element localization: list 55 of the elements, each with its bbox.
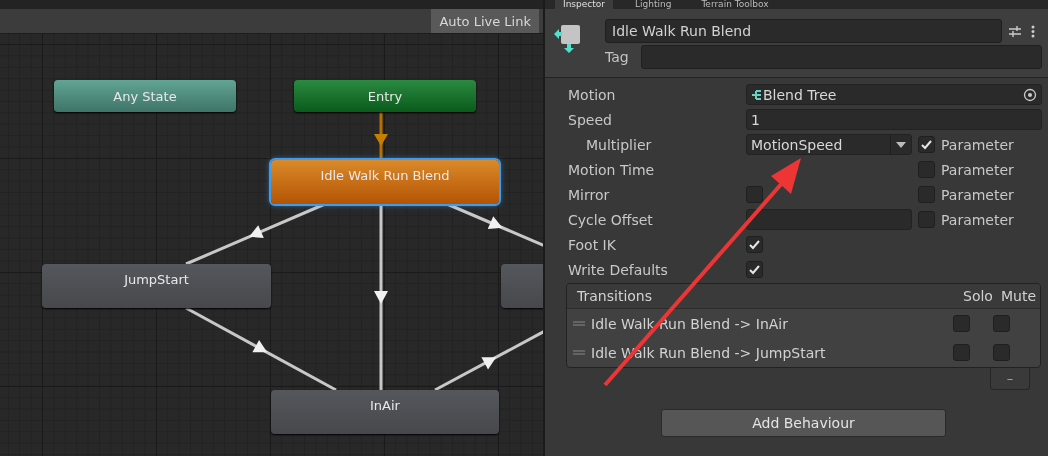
- property-label: Write Defaults: [568, 261, 669, 278]
- panel-tab[interactable]: Inspector: [555, 0, 613, 9]
- mute-checkbox[interactable]: [993, 315, 1010, 332]
- sliders-icon[interactable]: [1009, 25, 1021, 37]
- graph-canvas[interactable]: Any State Entry Idle Walk Run Blend JumpStart InAir: [0, 34, 543, 456]
- checkbox[interactable]: [918, 186, 935, 203]
- checkbox-label: Parameter: [941, 161, 1014, 178]
- solo-checkbox[interactable]: [953, 344, 970, 361]
- motion-field[interactable]: Blend Tree: [746, 84, 1042, 105]
- auto-live-link-button[interactable]: Auto Live Link: [431, 9, 539, 33]
- more-icon[interactable]: [1031, 24, 1035, 38]
- state-node[interactable]: [501, 264, 543, 308]
- number-field[interactable]: [746, 209, 912, 230]
- transition-arrow[interactable]: [434, 329, 543, 392]
- property-label: Motion Time: [568, 161, 656, 178]
- property-label: Motion: [568, 86, 617, 103]
- property-label: Mirror: [568, 186, 611, 203]
- column-header: Mute: [1000, 288, 1036, 304]
- parameter-dropdown[interactable]: MotionSpeed: [746, 134, 912, 155]
- caret-icon: [896, 141, 906, 148]
- property-label: Cycle Offset: [568, 211, 654, 228]
- property-label: Multiplier: [585, 136, 653, 153]
- tag-label: Tag: [605, 49, 629, 65]
- add-behaviour-button[interactable]: Add Behaviour: [661, 409, 946, 437]
- mute-checkbox[interactable]: [993, 344, 1010, 361]
- drag-handle-icon[interactable]: [573, 350, 585, 355]
- tag-field[interactable]: [640, 45, 1042, 69]
- checkbox[interactable]: [918, 136, 935, 153]
- remove-button[interactable]: –: [990, 368, 1030, 390]
- property-label: Foot IK: [568, 236, 617, 253]
- transition-arrow[interactable]: [374, 112, 388, 160]
- state-node[interactable]: InAir: [271, 390, 499, 434]
- checkbox[interactable]: [918, 161, 935, 178]
- checkbox[interactable]: [918, 211, 935, 228]
- checkbox-label: Parameter: [941, 186, 1014, 203]
- checkbox-label: Parameter: [941, 136, 1014, 153]
- number-field[interactable]: 1: [746, 109, 1042, 130]
- name-field[interactable]: Idle Walk Run Blend: [605, 19, 1002, 43]
- state-node[interactable]: JumpStart: [42, 264, 271, 308]
- solo-checkbox[interactable]: [953, 315, 970, 332]
- object-picker-icon[interactable]: [1023, 87, 1037, 102]
- drag-handle-icon[interactable]: [573, 321, 585, 326]
- list-title: Transitions: [577, 288, 653, 304]
- column-header: Solo: [963, 288, 993, 304]
- checkbox[interactable]: [746, 186, 763, 203]
- transition-arrow[interactable]: [185, 306, 337, 392]
- panel-tab[interactable]: Lighting: [627, 0, 680, 9]
- panel-tab[interactable]: Terrain Toolbox: [693, 0, 777, 9]
- blend-tree-icon: [751, 88, 763, 101]
- property-label: Speed: [568, 111, 613, 128]
- transition-arrow[interactable]: [374, 204, 388, 390]
- state-node[interactable]: Entry: [294, 80, 476, 112]
- checkbox[interactable]: [746, 236, 763, 253]
- checkbox[interactable]: [746, 261, 763, 278]
- checkbox-label: Parameter: [941, 211, 1014, 228]
